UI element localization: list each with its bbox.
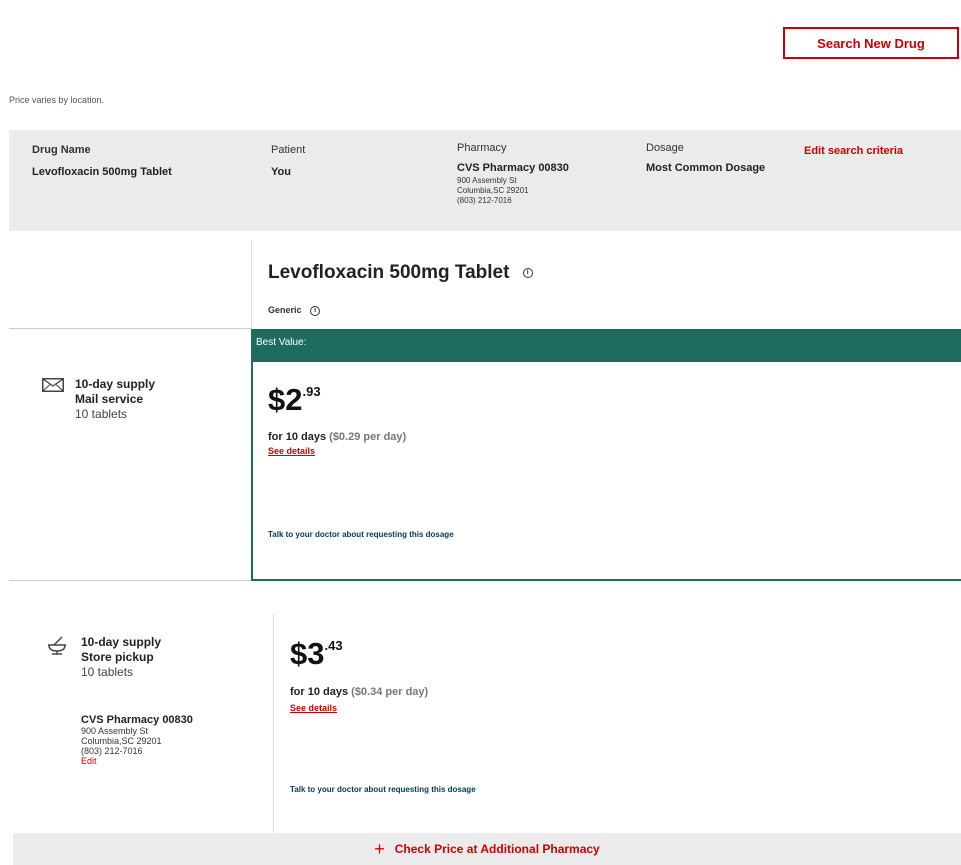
supply-method: Store pickup <box>81 650 154 664</box>
per-day-cost: ($0.34 per day) <box>351 686 429 698</box>
edit-search-criteria-link[interactable]: Edit search criteria <box>804 145 903 157</box>
drug-type: Generic i <box>268 305 321 316</box>
dosage-note: Talk to your doctor about requesting thi… <box>268 530 454 539</box>
pharmacy-address: 900 Assembly St Columbia,SC 29201 (803) … <box>457 176 569 206</box>
criteria-patient: Patient You <box>271 144 305 178</box>
store-price: $3.43 <box>290 636 343 672</box>
drug-name-value: Levofloxacin 500mg Tablet <box>32 166 172 178</box>
patient-label: Patient <box>271 144 306 156</box>
duration: for 10 days <box>290 686 349 698</box>
envelope-icon <box>42 378 64 392</box>
pharmacy-street: 900 Assembly St <box>81 726 149 736</box>
criteria-dosage: Dosage Most Common Dosage <box>646 142 765 174</box>
price-dollars: $3 <box>290 636 325 671</box>
supply-method: Mail service <box>75 392 144 406</box>
store-supply-info: 10-day supply Store pickup 10 tablets <box>81 635 161 680</box>
pharmacy-phone: (803) 212-7016 <box>457 196 512 205</box>
per-day-cost: ($0.29 per day) <box>329 431 407 443</box>
pharmacy-city: Columbia,SC 29201 <box>457 186 529 195</box>
mail-per-day: for 10 days ($0.29 per day) <box>268 431 406 443</box>
supply-days: 10-day supply <box>75 377 156 391</box>
column-divider <box>273 614 274 833</box>
price-cents: .43 <box>324 638 343 653</box>
dosage-note: Talk to your doctor about requesting thi… <box>290 785 476 794</box>
store-pharmacy: CVS Pharmacy 00830 900 Assembly St Colum… <box>81 714 193 766</box>
price-dollars: $2 <box>268 382 303 417</box>
info-icon[interactable]: i <box>522 267 533 278</box>
price-cents: .93 <box>302 384 321 399</box>
check-additional-pharmacy-button[interactable]: + Check Price at Additional Pharmacy <box>13 833 961 865</box>
drug-title-text: Levofloxacin 500mg Tablet <box>268 262 510 283</box>
edit-pharmacy-link[interactable]: Edit <box>81 756 193 766</box>
plus-icon: + <box>374 838 385 859</box>
pharmacy-phone: (803) 212-7016 <box>81 746 143 756</box>
supply-quantity: 10 tablets <box>81 665 134 679</box>
criteria-pharmacy: Pharmacy CVS Pharmacy 00830 900 Assembly… <box>457 142 569 206</box>
search-criteria-panel: Drug Name Levofloxacin 500mg Tablet Pati… <box>9 130 961 231</box>
check-price-label: Check Price at Additional Pharmacy <box>394 842 600 856</box>
store-per-day: for 10 days ($0.34 per day) <box>290 686 428 698</box>
price-note: Price varies by location. <box>9 95 105 105</box>
info-icon[interactable]: i <box>310 305 321 316</box>
pharmacy-city: Columbia,SC 29201 <box>81 736 162 746</box>
drug-title: Levofloxacin 500mg Tablet i <box>268 262 533 284</box>
dosage-value: Most Common Dosage <box>646 162 766 174</box>
pharmacy-name: CVS Pharmacy 00830 <box>81 714 193 726</box>
search-new-drug-button[interactable]: Search New Drug <box>783 27 959 59</box>
pharmacy-street: 900 Assembly St <box>457 176 517 185</box>
see-details-link[interactable]: See details <box>268 446 315 456</box>
drug-name-label: Drug Name <box>32 144 91 156</box>
best-value-card <box>251 329 961 581</box>
criteria-drug: Drug Name Levofloxacin 500mg Tablet <box>32 144 172 178</box>
best-value-banner: Best Value: <box>251 329 961 362</box>
see-details-link[interactable]: See details <box>290 703 337 713</box>
duration: for 10 days <box>268 431 327 443</box>
pharmacy-label: Pharmacy <box>457 142 507 154</box>
supply-days: 10-day supply <box>81 635 162 649</box>
row-divider <box>9 580 251 581</box>
mail-price: $2.93 <box>268 382 321 418</box>
dosage-label: Dosage <box>646 142 684 154</box>
supply-quantity: 10 tablets <box>75 407 128 421</box>
row-divider <box>9 328 251 329</box>
mail-supply-info: 10-day supply Mail service 10 tablets <box>75 377 155 422</box>
column-divider <box>251 240 252 329</box>
pharmacy-name: CVS Pharmacy 00830 <box>457 162 569 174</box>
patient-value: You <box>271 166 291 178</box>
drug-type-text: Generic <box>268 305 302 315</box>
mortar-pestle-icon <box>48 636 66 655</box>
